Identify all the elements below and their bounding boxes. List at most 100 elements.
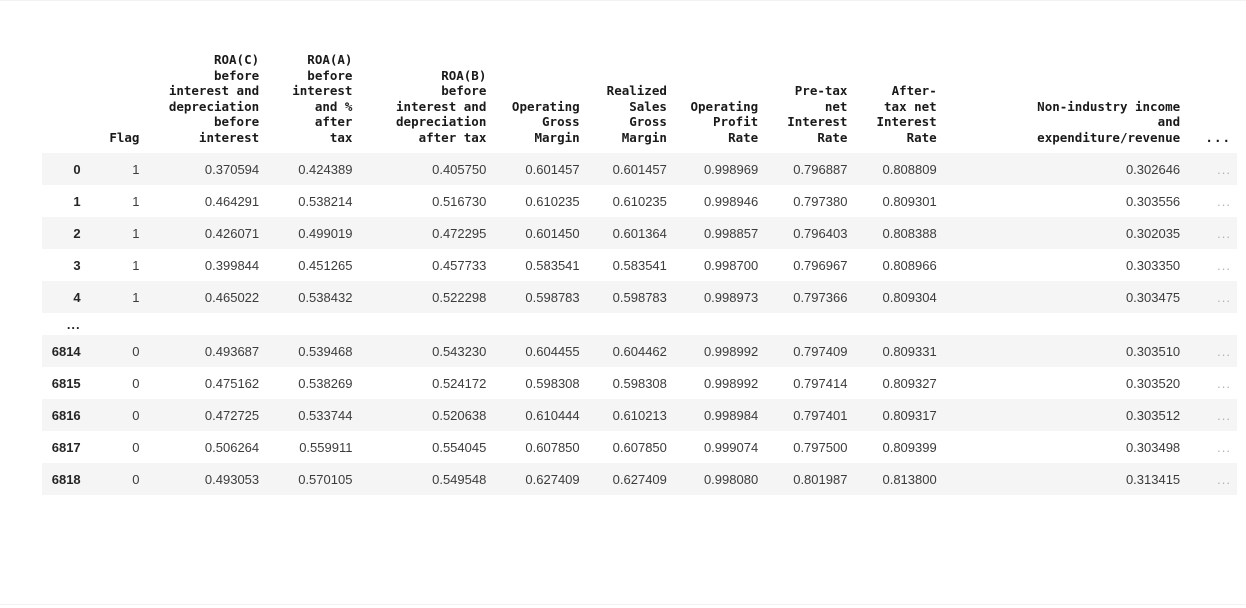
cell-roa-a: 0.538269 bbox=[298, 375, 353, 391]
truncated-rows-indicator: ... bbox=[42, 313, 1237, 335]
cell-roa-c: 0.472725 bbox=[204, 407, 260, 423]
cell-realized-sales-gross-margin: 0.607850 bbox=[612, 439, 667, 455]
cell-flag: 1 bbox=[132, 161, 140, 177]
cell-pre-tax-net-interest-rate: 0.801987 bbox=[793, 471, 848, 487]
cell-operating-profit-rate: 0.998973 bbox=[703, 289, 759, 305]
cell-non-industry-income-and-expenditure-revenue: 0.303498 bbox=[1125, 439, 1181, 455]
cell-realized-sales-gross-margin: 0.583541 bbox=[612, 257, 667, 273]
cell-non-industry-income-and-expenditure-revenue: 0.303512 bbox=[1125, 407, 1181, 423]
cell-pre-tax-net-interest-rate: 0.797500 bbox=[793, 439, 848, 455]
cell-flag: 1 bbox=[132, 225, 140, 241]
cell-pre-tax-net-interest-rate: 0.796403 bbox=[793, 225, 848, 241]
cell-pre-tax-net-interest-rate: 0.797380 bbox=[793, 193, 848, 209]
cell-roa-c: 0.493687 bbox=[204, 343, 260, 359]
cell-truncation-ellipsis: ... bbox=[1217, 193, 1231, 209]
cell-roa-a: 0.570105 bbox=[298, 471, 353, 487]
cell-truncation-ellipsis: ... bbox=[1217, 225, 1231, 241]
cell-pre-tax-net-interest-rate: 0.796967 bbox=[793, 257, 848, 273]
column-header-flag[interactable]: Flag bbox=[88, 3, 146, 153]
cell-after-tax-net-interest-rate: 0.809304 bbox=[882, 289, 937, 305]
column-header-realized-sales-gross-margin[interactable]: Realized Sales Gross Margin bbox=[585, 3, 673, 153]
table-row[interactable]: 0 1 0.370594 0.424389 0.405750 0.601457 … bbox=[42, 153, 1237, 185]
cell-truncation-ellipsis: ... bbox=[1217, 471, 1231, 487]
table-row[interactable]: 1 1 0.464291 0.538214 0.516730 0.610235 … bbox=[42, 185, 1237, 217]
cell-roa-a: 0.451265 bbox=[298, 257, 353, 273]
row-index: 2 bbox=[73, 225, 81, 241]
table-row[interactable]: 6814 0 0.493687 0.539468 0.543230 0.6044… bbox=[42, 335, 1237, 367]
cell-realized-sales-gross-margin: 0.601364 bbox=[612, 225, 667, 241]
cell-realized-sales-gross-margin: 0.627409 bbox=[612, 471, 667, 487]
gap-cell bbox=[853, 313, 942, 335]
cell-pre-tax-net-interest-rate: 0.797414 bbox=[793, 375, 848, 391]
cell-operating-profit-rate: 0.998080 bbox=[703, 471, 759, 487]
column-header-roa-a-before-interest-and-pct-after-tax[interactable]: ROA(A) before interest and % after tax bbox=[265, 3, 359, 153]
cell-non-industry-income-and-expenditure-revenue: 0.303556 bbox=[1125, 193, 1181, 209]
gap-cell bbox=[358, 313, 492, 335]
cell-flag: 1 bbox=[132, 289, 140, 305]
table-row[interactable]: 6816 0 0.472725 0.533744 0.520638 0.6104… bbox=[42, 399, 1237, 431]
column-header-operating-gross-margin[interactable]: Operating Gross Margin bbox=[492, 3, 586, 153]
column-header-pre-tax-net-interest-rate[interactable]: Pre-tax net Interest Rate bbox=[764, 3, 854, 153]
cell-roa-a: 0.559911 bbox=[299, 439, 353, 455]
cell-roa-b: 0.472295 bbox=[432, 225, 487, 241]
cell-roa-a: 0.539468 bbox=[298, 343, 353, 359]
cell-after-tax-net-interest-rate: 0.809331 bbox=[882, 343, 937, 359]
gap-cell bbox=[492, 313, 585, 335]
row-index: 4 bbox=[73, 289, 81, 305]
cell-operating-gross-margin: 0.583541 bbox=[525, 257, 580, 273]
table-row[interactable]: 6815 0 0.475162 0.538269 0.524172 0.5983… bbox=[42, 367, 1237, 399]
cell-realized-sales-gross-margin: 0.610235 bbox=[612, 193, 667, 209]
table-row[interactable]: 3 1 0.399844 0.451265 0.457733 0.583541 … bbox=[42, 249, 1237, 281]
cell-operating-profit-rate: 0.998992 bbox=[703, 375, 759, 391]
column-header-roa-c-before-interest-and-depreciation-before-interest[interactable]: ROA(C) before interest and depreciation … bbox=[145, 3, 266, 153]
table-row[interactable]: 4 1 0.465022 0.538432 0.522298 0.598783 … bbox=[42, 281, 1237, 313]
column-header-operating-profit-rate[interactable]: Operating Profit Rate bbox=[672, 3, 765, 153]
cell-roa-b: 0.524172 bbox=[432, 375, 487, 391]
cell-operating-gross-margin: 0.598783 bbox=[525, 289, 580, 305]
cell-truncation-ellipsis: ... bbox=[1217, 257, 1231, 273]
table-row[interactable]: 6817 0 0.506264 0.559911 0.554045 0.6078… bbox=[42, 431, 1237, 463]
gap-cell bbox=[586, 313, 673, 335]
cell-roa-a: 0.538214 bbox=[298, 193, 353, 209]
gap-cell bbox=[764, 313, 853, 335]
table-row[interactable]: 2 1 0.426071 0.499019 0.472295 0.601450 … bbox=[42, 217, 1237, 249]
cell-roa-a: 0.424389 bbox=[298, 161, 353, 177]
table-top-rule bbox=[0, 0, 1246, 1]
cell-after-tax-net-interest-rate: 0.809399 bbox=[882, 439, 937, 455]
gap-cell bbox=[89, 313, 146, 335]
column-header-roa-b-before-interest-and-depreciation-after-tax[interactable]: ROA(B) before interest and depreciation … bbox=[358, 3, 493, 153]
row-index: 6815 bbox=[51, 375, 81, 391]
gap-cell bbox=[943, 313, 1186, 335]
cell-pre-tax-net-interest-rate: 0.797409 bbox=[793, 343, 848, 359]
column-header-non-industry-income-and-expenditure-revenue[interactable]: Non-industry income and expenditure/reve… bbox=[942, 3, 1187, 153]
cell-after-tax-net-interest-rate: 0.808966 bbox=[882, 257, 937, 273]
cell-flag: 1 bbox=[132, 257, 140, 273]
gap-cell bbox=[673, 313, 764, 335]
cell-operating-gross-margin: 0.601457 bbox=[525, 161, 580, 177]
row-index: 1 bbox=[73, 193, 81, 209]
cell-operating-gross-margin: 0.598308 bbox=[525, 375, 580, 391]
row-index: 3 bbox=[73, 257, 81, 273]
cell-truncation-ellipsis: ... bbox=[1217, 289, 1231, 305]
cell-operating-gross-margin: 0.607850 bbox=[525, 439, 580, 455]
cell-non-industry-income-and-expenditure-revenue: 0.313415 bbox=[1125, 471, 1181, 487]
cell-truncation-ellipsis: ... bbox=[1217, 375, 1231, 391]
dataframe-output-area: Flag ROA(C) before interest and deprecia… bbox=[0, 0, 1246, 608]
table-row[interactable]: 6818 0 0.493053 0.570105 0.549548 0.6274… bbox=[42, 463, 1237, 495]
cell-after-tax-net-interest-rate: 0.808809 bbox=[882, 161, 937, 177]
cell-realized-sales-gross-margin: 0.610213 bbox=[612, 407, 667, 423]
table-header: Flag ROA(C) before interest and deprecia… bbox=[42, 3, 1237, 153]
cell-roa-b: 0.543230 bbox=[432, 343, 487, 359]
cell-after-tax-net-interest-rate: 0.809327 bbox=[882, 375, 937, 391]
cell-non-industry-income-and-expenditure-revenue: 0.303350 bbox=[1125, 257, 1181, 273]
column-header-after-tax-net-interest-rate[interactable]: After- tax net Interest Rate bbox=[853, 3, 943, 153]
cell-roa-c: 0.465022 bbox=[204, 289, 260, 305]
column-header-truncation-ellipsis: ... bbox=[1186, 3, 1237, 153]
cell-roa-c: 0.506264 bbox=[204, 439, 260, 455]
cell-realized-sales-gross-margin: 0.604462 bbox=[612, 343, 667, 359]
cell-roa-b: 0.520638 bbox=[432, 407, 487, 423]
cell-flag: 0 bbox=[132, 439, 140, 455]
cell-operating-profit-rate: 0.998946 bbox=[703, 193, 759, 209]
cell-non-industry-income-and-expenditure-revenue: 0.302646 bbox=[1125, 161, 1181, 177]
cell-pre-tax-net-interest-rate: 0.796887 bbox=[793, 161, 848, 177]
